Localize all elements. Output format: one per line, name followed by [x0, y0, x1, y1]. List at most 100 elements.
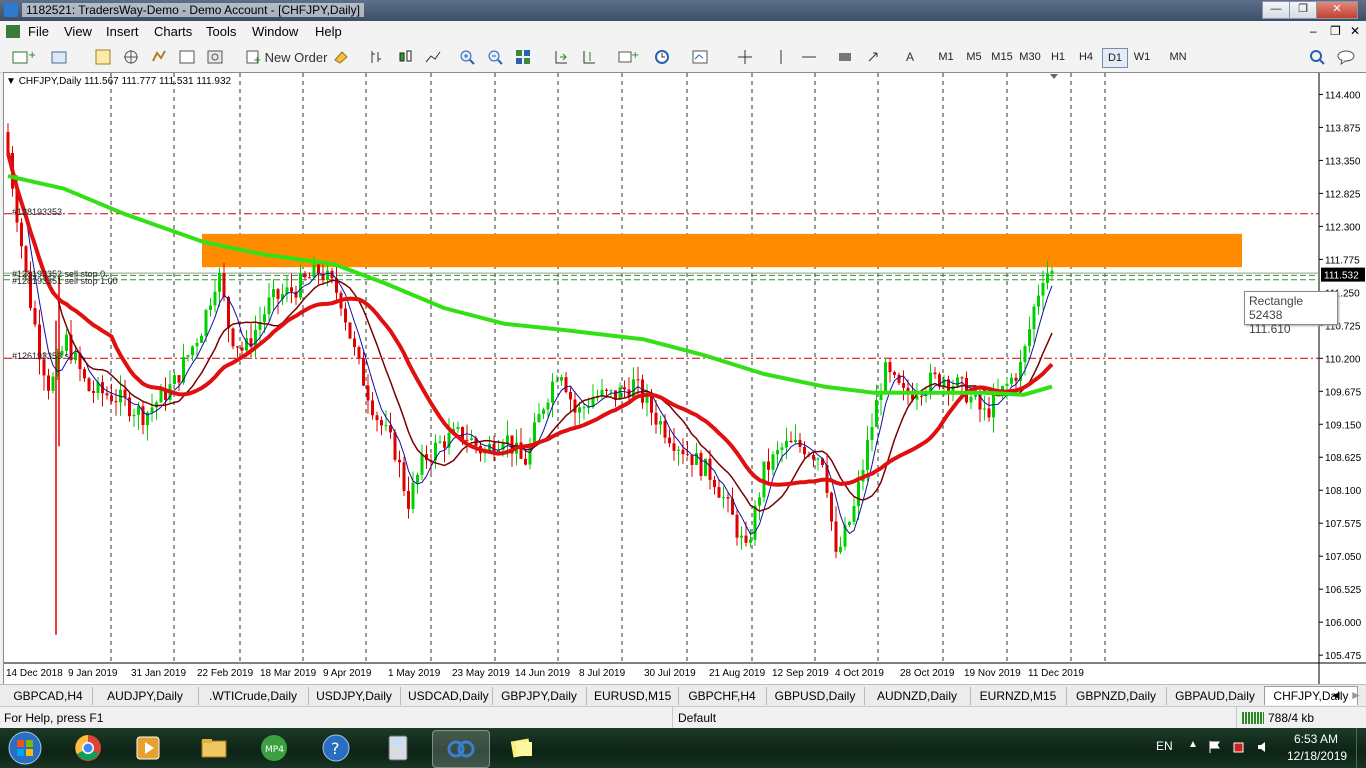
- date-label: 4 Oct 2019: [835, 668, 884, 679]
- candle-body: [875, 399, 878, 427]
- expert-advisors-icon[interactable]: [330, 46, 352, 68]
- tab-gbpcad-h4[interactable]: GBPCAD,H4: [4, 687, 93, 705]
- windows-start-icon[interactable]: [4, 729, 46, 767]
- tabs-scroll-left-icon[interactable]: ◄: [1330, 688, 1342, 702]
- candle-body: [344, 308, 347, 323]
- order-label-bottom: #126193353 s: [12, 351, 70, 361]
- status-divider: [1236, 707, 1237, 729]
- line-chart-icon[interactable]: [422, 46, 444, 68]
- language-indicator[interactable]: EN: [1156, 739, 1173, 753]
- timeframe-m5[interactable]: M5: [962, 48, 986, 66]
- zoom-out-icon[interactable]: [484, 46, 506, 68]
- tab-gbpnzd-daily[interactable]: GBPNZD,Daily: [1066, 687, 1167, 705]
- date-label: 14 Dec 2018: [6, 668, 63, 679]
- chart-shift-icon[interactable]: [578, 46, 600, 68]
- candle-body: [92, 391, 95, 393]
- vertical-line-icon[interactable]: [770, 46, 792, 68]
- tab-usdjpy-daily[interactable]: USDJPY,Daily: [308, 687, 401, 705]
- power-icon[interactable]: [1232, 740, 1246, 754]
- chrome-icon[interactable]: [60, 730, 116, 766]
- price-label: 112.825: [1325, 189, 1361, 200]
- candlestick-chart-icon[interactable]: [394, 46, 416, 68]
- clock-time[interactable]: 6:53 AM: [1294, 732, 1338, 746]
- menu-view[interactable]: View: [64, 24, 92, 39]
- metatrader-icon[interactable]: [432, 730, 490, 768]
- inner-minimize-button[interactable]: –: [1310, 24, 1317, 38]
- maximize-button[interactable]: ❐: [1289, 1, 1317, 19]
- chart-window[interactable]: 14 Dec 2018 9 Jan 2019 31 Jan 2019 22 Feb 2…: [3, 72, 1366, 686]
- arrows-tool-icon[interactable]: [862, 46, 892, 68]
- navigator-icon[interactable]: [120, 46, 142, 68]
- volume-icon[interactable]: [1256, 740, 1270, 754]
- close-button[interactable]: ✕: [1316, 1, 1358, 19]
- auto-scroll-icon[interactable]: [550, 46, 572, 68]
- minimize-button[interactable]: —: [1262, 1, 1290, 19]
- options-icon[interactable]: [204, 46, 226, 68]
- timeframe-m1[interactable]: M1: [934, 48, 958, 66]
- timeframe-w1[interactable]: W1: [1130, 48, 1154, 66]
- help-icon[interactable]: ?: [308, 730, 364, 766]
- file-explorer-icon[interactable]: [186, 730, 242, 766]
- zoom-in-icon[interactable]: [456, 46, 478, 68]
- tab-chfjpy-daily[interactable]: CHFJPY,Daily: [1264, 686, 1358, 705]
- new-chart-icon[interactable]: +: [8, 46, 38, 68]
- tab-wticrude-daily[interactable]: .WTICrude,Daily: [198, 687, 309, 705]
- menu-bar: File View Insert Charts Tools Window Hel…: [0, 21, 1366, 43]
- indicators-icon[interactable]: +: [614, 46, 644, 68]
- rectangle-tool-icon[interactable]: [834, 46, 856, 68]
- tab-eurusd-m15[interactable]: EURUSD,M15: [586, 687, 679, 705]
- tab-gbpaud-daily[interactable]: GBPAUD,Daily: [1166, 687, 1265, 705]
- profiles-icon[interactable]: [46, 46, 76, 68]
- clock-date[interactable]: 12/18/2019: [1287, 749, 1347, 763]
- timeframe-h4[interactable]: H4: [1074, 48, 1098, 66]
- tabs-scroll-right-icon[interactable]: ►: [1350, 688, 1362, 702]
- tab-gbpchf-h4[interactable]: GBPCHF,H4: [678, 687, 767, 705]
- menu-tools[interactable]: Tools: [206, 24, 236, 39]
- media-player-icon[interactable]: [120, 730, 176, 766]
- sticky-notes-icon[interactable]: [494, 730, 550, 766]
- menu-file[interactable]: File: [28, 24, 49, 39]
- horizontal-line-icon[interactable]: [798, 46, 820, 68]
- templates-icon[interactable]: [688, 46, 718, 68]
- tab-usdcad-daily[interactable]: USDCAD,Daily: [400, 687, 493, 705]
- terminal-icon[interactable]: [148, 46, 170, 68]
- timeframe-m30[interactable]: M30: [1018, 48, 1042, 66]
- action-center-flag-icon[interactable]: [1208, 740, 1222, 754]
- timeframe-mn[interactable]: MN: [1166, 48, 1190, 66]
- candle-body: [857, 481, 860, 507]
- search-icon[interactable]: [1306, 46, 1328, 68]
- tab-gbpusd-daily[interactable]: GBPUSD,Daily: [766, 687, 865, 705]
- date-label: 23 May 2019: [452, 668, 510, 679]
- calculator-icon[interactable]: [370, 730, 426, 766]
- tab-gbpjpy-daily[interactable]: GBPJPY,Daily: [492, 687, 587, 705]
- tile-windows-icon[interactable]: [512, 46, 534, 68]
- tab-eurnzd-m15[interactable]: EURNZD,M15: [970, 687, 1067, 705]
- tray-expand-icon[interactable]: ▲: [1188, 739, 1198, 750]
- timeframe-m15[interactable]: M15: [990, 48, 1014, 66]
- menu-help[interactable]: Help: [315, 24, 342, 39]
- status-bar: For Help, press F1 Default 788/4 kb: [0, 706, 1366, 729]
- chat-icon[interactable]: [1334, 46, 1360, 68]
- candle-body: [699, 453, 703, 477]
- cursor-icon[interactable]: [734, 46, 756, 68]
- periods-icon[interactable]: [650, 46, 680, 68]
- inner-restore-button[interactable]: ❐: [1330, 24, 1341, 38]
- menu-charts[interactable]: Charts: [154, 24, 192, 39]
- menu-window[interactable]: Window: [252, 24, 298, 39]
- show-desktop-button[interactable]: [1356, 728, 1366, 768]
- strategy-tester-icon[interactable]: [176, 46, 198, 68]
- menu-insert[interactable]: Insert: [106, 24, 139, 39]
- market-watch-icon[interactable]: [92, 46, 114, 68]
- price-chart[interactable]: 14 Dec 2018 9 Jan 2019 31 Jan 2019 22 Feb 2…: [4, 73, 1366, 685]
- new-order-button[interactable]: + New Order: [240, 46, 332, 68]
- timeframe-d1[interactable]: D1: [1102, 48, 1128, 68]
- bar-chart-icon[interactable]: [366, 46, 388, 68]
- inner-close-button[interactable]: ✕: [1350, 24, 1360, 38]
- chart-menu-arrow-icon[interactable]: ▼: [6, 76, 19, 87]
- candle-body: [816, 458, 820, 460]
- timeframe-h1[interactable]: H1: [1046, 48, 1070, 66]
- tab-audnzd-daily[interactable]: AUDNZD,Daily: [864, 687, 971, 705]
- mp4-converter-icon[interactable]: MP4: [246, 730, 302, 766]
- tab-audjpy-daily[interactable]: AUDJPY,Daily: [92, 687, 199, 705]
- text-tool-icon[interactable]: A: [900, 46, 920, 68]
